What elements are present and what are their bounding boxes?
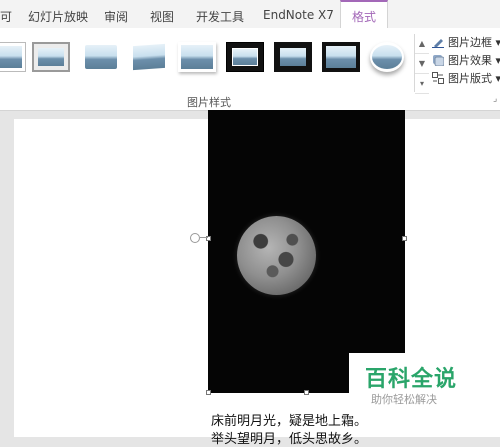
rotate-handle-icon[interactable] <box>190 233 200 243</box>
watermark-subtitle: 助你轻松解决 <box>371 393 437 406</box>
picture-effects-button[interactable]: 图片效果 ▾ <box>432 52 500 68</box>
ribbon-tab-bar: 可 幻灯片放映 审阅 视图 开发工具 EndNote X7 格式 <box>0 0 500 29</box>
gallery-scroll-up-icon[interactable]: ▲ <box>415 34 429 54</box>
resize-handle-bottom[interactable] <box>304 390 309 395</box>
picture-layout-button[interactable]: 图片版式 ▾ <box>432 70 500 86</box>
poem-line-2: 举头望明月，低头思故乡。 <box>211 432 368 447</box>
picture-effects-label: 图片效果 <box>448 54 492 67</box>
resize-handle-right[interactable] <box>402 236 407 241</box>
poem-line-1: 床前明月光，疑是地上霜。 <box>211 414 368 429</box>
resize-handle-bottom-left[interactable] <box>206 390 211 395</box>
picture-border-button[interactable]: 图片边框 ▾ <box>432 34 500 50</box>
dialog-launcher-icon[interactable]: ⌟ <box>493 94 497 104</box>
gallery-more-icon[interactable]: ▾ <box>415 74 429 94</box>
thumbnail-style-2[interactable] <box>32 42 70 72</box>
tab-developer[interactable]: 开发工具 <box>196 8 244 25</box>
rotate-handle-line <box>200 237 208 238</box>
ribbon-panel: ▲ ▼ ▾ 图片边框 ▾ 图片效果 ▾ 图片版式 ▾ 图片样式 ⌟ <box>0 28 500 111</box>
watermark: 百科全说 助你轻松解决 <box>349 353 462 416</box>
moon-image <box>237 216 316 295</box>
watermark-title: 百科全说 <box>365 367 458 392</box>
thumbnail-style-6[interactable] <box>226 42 264 72</box>
tab-format-label: 格式 <box>351 10 376 24</box>
layout-icon <box>432 72 444 84</box>
thumbnail-style-4[interactable] <box>130 42 168 72</box>
thumbnail-style-1[interactable] <box>0 42 26 72</box>
tab-endnote[interactable]: EndNote X7 <box>263 8 334 22</box>
thumbnail-style-7[interactable] <box>274 42 312 72</box>
thumbnail-style-3[interactable] <box>82 42 120 72</box>
pen-icon <box>432 36 444 48</box>
picture-styles-group-label: 图片样式 <box>187 96 231 109</box>
picture-layout-label: 图片版式 <box>448 72 492 85</box>
picture-styles-gallery <box>0 34 428 92</box>
tab-slideshow[interactable]: 幻灯片放映 <box>28 8 88 25</box>
thumbnail-style-8[interactable] <box>322 42 360 72</box>
tab-review[interactable]: 审阅 <box>104 8 128 25</box>
picture-border-label: 图片边框 <box>448 36 492 49</box>
tab-partial[interactable]: 可 <box>0 8 12 25</box>
gallery-scroll-down-icon[interactable]: ▼ <box>415 54 429 74</box>
effects-icon <box>432 54 445 67</box>
thumbnail-style-5[interactable] <box>178 42 216 72</box>
tab-format[interactable]: 格式 <box>340 0 388 28</box>
thumbnail-style-9[interactable] <box>370 42 404 72</box>
tab-view[interactable]: 视图 <box>150 8 174 25</box>
moon-photo[interactable] <box>208 110 405 393</box>
gallery-scroll-controls: ▲ ▼ ▾ <box>414 34 429 94</box>
